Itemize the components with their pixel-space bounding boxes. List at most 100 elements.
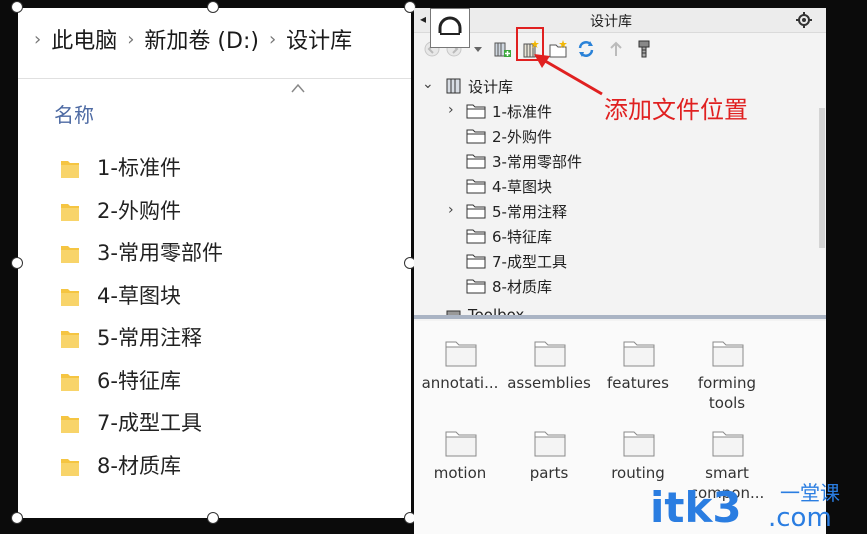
panel-title-bar: ◂ 设计库 [414, 8, 826, 33]
chevron-right-icon[interactable]: › [448, 102, 454, 118]
folder-icon [466, 154, 486, 169]
tree-item-label: 3-常用零部件 [492, 153, 582, 171]
file-row[interactable]: 4-草图块 [18, 278, 411, 314]
folder-icon [534, 341, 566, 367]
dropdown-arrow-icon[interactable] [472, 39, 484, 59]
tree-item[interactable]: › 5-常用注释 [414, 199, 814, 223]
folder-icon [61, 246, 79, 263]
chevron-down-icon[interactable]: ⌄ [422, 76, 434, 92]
file-row[interactable]: 3-常用零部件 [18, 235, 411, 271]
toolbox-bolt-icon[interactable] [634, 39, 654, 59]
breadcrumb: › 此电脑 › 新加卷 (D:) › 设计库 [18, 8, 411, 70]
divider [18, 78, 411, 79]
tree-scrollbar[interactable] [819, 108, 825, 248]
sort-ascending-icon[interactable] [290, 82, 306, 94]
tree-item-label: 8-材质库 [492, 278, 552, 296]
tree-item[interactable]: 8-材质库 [414, 274, 814, 298]
tree-item[interactable]: 7-成型工具 [414, 249, 814, 273]
annotation-arrow [534, 54, 603, 96]
file-row[interactable]: 2-外购件 [18, 193, 411, 229]
file-name: 2-外购件 [97, 198, 181, 223]
file-row[interactable]: 8-材质库 [18, 448, 411, 484]
tree-item[interactable]: 6-特征库 [414, 224, 814, 248]
folder-icon [466, 104, 486, 119]
resize-handle-n[interactable] [207, 1, 219, 13]
file-name: 3-常用零部件 [97, 241, 223, 265]
grid-folder-label: features [607, 374, 669, 392]
grid-folder[interactable]: motion [416, 425, 504, 505]
tree-item-label: 2-外购件 [492, 128, 552, 146]
tree-item[interactable]: 4-草图块 [414, 174, 814, 198]
auto-hide-pin-icon [438, 16, 462, 35]
folder-icon [61, 203, 79, 221]
grid-folder-label: annotati... [421, 374, 499, 392]
chevron-right-icon: › [127, 28, 135, 50]
breadcrumb-design-library[interactable]: 设计库 [286, 23, 352, 55]
folder-icon [712, 431, 744, 457]
tree-item-label: 5-常用注释 [492, 203, 567, 221]
library-books-icon [446, 78, 461, 94]
grid-folder-label: assemblies [507, 374, 591, 392]
folder-icon [445, 341, 477, 367]
library-toolbar [414, 34, 826, 64]
resize-handle-nw[interactable] [11, 1, 23, 13]
tree-item[interactable]: 2-外购件 [414, 124, 814, 148]
folder-icon [466, 204, 486, 219]
pin-button[interactable] [430, 8, 470, 48]
tree-root-label: 设计库 [468, 78, 514, 96]
file-name: 4-草图块 [97, 283, 181, 308]
file-row[interactable]: 7-成型工具 [18, 405, 411, 441]
collapse-left-icon[interactable]: ◂ [420, 12, 426, 26]
folder-icon [61, 331, 79, 348]
folder-icon [534, 431, 566, 457]
breadcrumb-volume[interactable]: 新加卷 (D:) [144, 23, 259, 55]
add-to-library-icon[interactable] [492, 39, 512, 59]
column-header-name[interactable]: 名称 [54, 99, 94, 128]
chevron-right-icon: › [268, 28, 277, 50]
tree-item[interactable]: 3-常用零部件 [414, 149, 814, 173]
design-library-panel: ◂ 设计库 ⌄ 设计库 › 1-标准件 2-外购件 3-常用零部件 4-草图块 … [414, 8, 826, 534]
resize-handle-sw[interactable] [11, 512, 23, 524]
resize-handle-s[interactable] [207, 512, 219, 524]
folder-icon [61, 373, 79, 391]
folder-icon [466, 229, 486, 244]
pane-splitter[interactable] [414, 315, 826, 319]
file-explorer: › 此电脑 › 新加卷 (D:) › 设计库 名称 1-标准件 2-外购件 3-常用… [18, 8, 411, 518]
folder-icon [61, 288, 79, 306]
grid-folder-label: motion [433, 464, 487, 482]
svg-text:itk3: itk3 [650, 483, 742, 532]
breadcrumb-this-pc[interactable]: 此电脑 [51, 23, 117, 55]
grid-folder[interactable]: assemblies [505, 335, 593, 415]
folder-icon [466, 279, 486, 294]
folder-icon [466, 129, 486, 144]
file-name: 6-特征库 [97, 368, 181, 393]
folder-icon [61, 161, 79, 178]
grid-folder[interactable]: features [594, 335, 682, 415]
file-name: 1-标准件 [97, 156, 181, 180]
file-row[interactable]: 5-常用注释 [18, 320, 411, 356]
svg-text:.com: .com [768, 503, 832, 532]
grid-folder[interactable]: forming tools [683, 335, 771, 415]
resize-handle-w[interactable] [11, 257, 23, 269]
file-name: 5-常用注释 [97, 326, 202, 350]
folder-icon [61, 416, 79, 433]
grid-folder-label: parts [529, 464, 569, 482]
file-name: 8-材质库 [97, 453, 181, 478]
file-name: 7-成型工具 [97, 411, 202, 435]
panel-title: 设计库 [590, 14, 632, 30]
folder-icon [445, 431, 477, 457]
gear-icon[interactable] [796, 12, 812, 28]
folder-icon [712, 341, 744, 367]
chevron-right-icon: › [34, 28, 42, 50]
tree-item-label: 1-标准件 [492, 103, 552, 121]
folder-icon [623, 431, 655, 457]
grid-folder[interactable]: parts [505, 425, 593, 505]
svg-text:一堂课: 一堂课 [780, 481, 840, 505]
folder-icon [61, 458, 79, 476]
file-row[interactable]: 6-特征库 [18, 363, 411, 399]
grid-folder[interactable]: annotati... [416, 335, 504, 415]
chevron-right-icon[interactable]: › [448, 202, 454, 218]
grid-folder-label: forming tools [697, 374, 757, 412]
file-row[interactable]: 1-标准件 [18, 150, 411, 186]
site-watermark-logo: itk3 一堂课 .com [650, 481, 840, 532]
